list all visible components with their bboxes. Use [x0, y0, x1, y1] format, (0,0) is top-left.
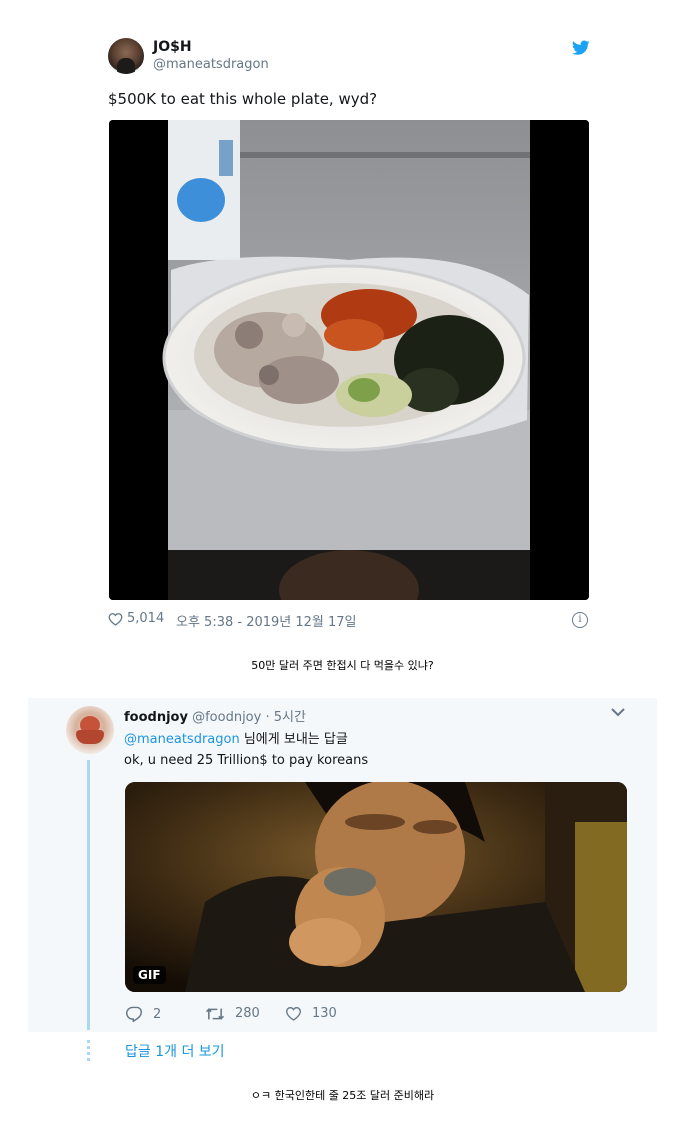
tweet-text: $500K to eat this whole plate, wyd?	[108, 90, 378, 108]
avatar[interactable]	[108, 38, 144, 74]
reply-avatar[interactable]	[66, 706, 114, 754]
like-count[interactable]: 5,014	[108, 611, 164, 626]
thread-line	[87, 760, 90, 1030]
tweet-video[interactable]	[109, 120, 589, 600]
chevron-down-icon[interactable]	[611, 708, 625, 717]
like-button[interactable]: 130	[285, 1006, 337, 1021]
caption-bottom: ㅇㅋ 한국인한테 줄 25조 달러 준비해라	[250, 1089, 435, 1102]
gif-image	[125, 782, 627, 992]
retweet-icon[interactable]	[205, 1007, 225, 1021]
replying-to: @maneatsdragon 님에게 보내는 답글	[124, 728, 348, 747]
reply-text: ok, u need 25 Trillion$ to pay koreans	[124, 753, 369, 768]
reply-header: foodnjoy @foodnjoy · 5시간	[124, 706, 306, 725]
reply-icon[interactable]	[125, 1006, 143, 1022]
heart-icon[interactable]	[285, 1006, 302, 1021]
info-icon[interactable]: i	[572, 612, 588, 628]
reply-author-handle[interactable]: @foodnjoy	[192, 710, 261, 725]
reply-like-count: 130	[312, 1006, 337, 1021]
retweet-count: 280	[235, 1006, 260, 1021]
caption-top: 50만 달러 주면 한접시 다 먹을수 있냐?	[251, 659, 434, 672]
author-name[interactable]: JO$H	[153, 39, 192, 55]
replying-suffix: 님에게 보내는 답글	[239, 732, 348, 747]
gif-badge: GIF	[133, 966, 166, 984]
heart-icon[interactable]	[108, 612, 123, 626]
reply-tweet[interactable]: foodnjoy @foodnjoy · 5시간 @maneatsdragon …	[28, 698, 657, 1032]
reply-time[interactable]: · 5시간	[265, 710, 305, 725]
reply-author-name[interactable]: foodnjoy	[124, 710, 188, 725]
like-count-value: 5,014	[127, 611, 165, 626]
mention-link[interactable]: @maneatsdragon	[124, 732, 240, 747]
retweet-button[interactable]: 280	[205, 1006, 260, 1021]
reply-button[interactable]: 2	[125, 1006, 161, 1022]
reply-gif[interactable]: GIF	[125, 782, 627, 992]
show-more-replies-link[interactable]: 답글 1개 더 보기	[125, 1041, 225, 1061]
food-plate-image	[109, 120, 589, 600]
twitter-bird-icon[interactable]	[572, 40, 590, 56]
thread-dots	[87, 1040, 90, 1062]
tweet-footer: 5,014 오후 5:38 - 2019년 12월 17일 i	[108, 610, 590, 632]
reply-count: 2	[153, 1006, 162, 1022]
author-handle[interactable]: @maneatsdragon	[153, 57, 269, 72]
reply-actions: 2 280 130	[125, 1006, 425, 1026]
tweet-timestamp[interactable]: 오후 5:38 - 2019년 12월 17일	[176, 611, 357, 630]
